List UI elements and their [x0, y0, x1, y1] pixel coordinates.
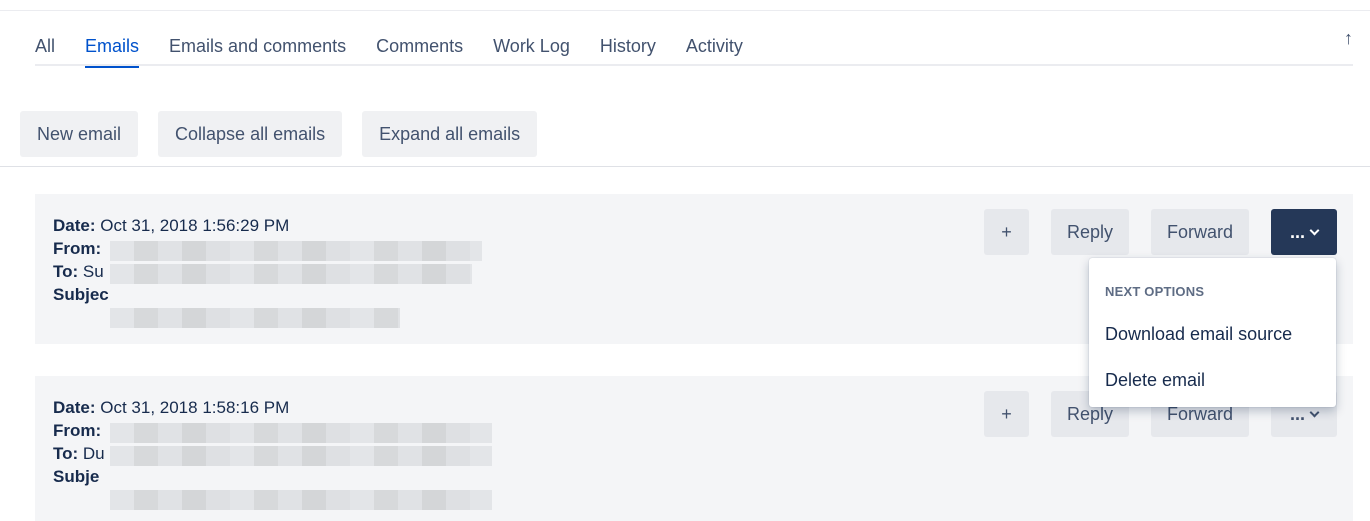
email-subject: Subjec: [53, 283, 289, 306]
forward-button[interactable]: Forward: [1150, 209, 1249, 255]
download-email-source-item[interactable]: Download email source: [1105, 324, 1292, 345]
redacted-subject: [110, 308, 400, 328]
email-date: Date: Oct 31, 2018 1:56:29 PM: [53, 214, 289, 237]
tab-emails[interactable]: Emails: [85, 34, 140, 68]
date-value: Oct 31, 2018 1:56:29 PM: [100, 216, 290, 235]
menu-heading: NEXT OPTIONS: [1105, 284, 1205, 299]
to-label: To:: [53, 444, 79, 463]
email-toolbar: New email Collapse all emails Expand all…: [20, 111, 557, 157]
expand-email-button[interactable]: +: [983, 209, 1029, 255]
to-value: Su: [82, 262, 104, 281]
to-label: To:: [53, 262, 79, 281]
more-options-button[interactable]: ...: [1271, 209, 1337, 255]
email-date: Date: Oct 31, 2018 1:58:16 PM: [53, 396, 289, 419]
tab-all[interactable]: All: [35, 34, 55, 66]
redacted-from: [110, 423, 492, 443]
redacted-subject: [110, 490, 492, 510]
more-options-menu: NEXT OPTIONS Download email source Delet…: [1089, 258, 1336, 407]
toolbar-divider: [0, 166, 1370, 167]
email-actions: + Reply Forward ...: [962, 209, 1337, 255]
tab-activity[interactable]: Activity: [686, 34, 743, 66]
top-divider: [0, 10, 1370, 11]
delete-email-item[interactable]: Delete email: [1105, 370, 1205, 391]
email-subject: Subje: [53, 465, 289, 488]
scroll-to-top-icon[interactable]: ↑: [1344, 28, 1353, 49]
more-label: ...: [1289, 404, 1305, 424]
expand-all-emails-button[interactable]: Expand all emails: [362, 111, 538, 157]
redacted-to: [110, 446, 492, 466]
reply-button[interactable]: Reply: [1050, 209, 1129, 255]
tab-work-log[interactable]: Work Log: [493, 34, 570, 66]
tab-history[interactable]: History: [600, 34, 656, 66]
date-label: Date:: [53, 216, 96, 235]
from-label: From:: [53, 421, 102, 440]
date-value: Oct 31, 2018 1:58:16 PM: [100, 398, 290, 417]
collapse-all-emails-button[interactable]: Collapse all emails: [158, 111, 343, 157]
subject-label: Subje: [53, 467, 100, 486]
date-label: Date:: [53, 398, 96, 417]
from-label: From:: [53, 239, 102, 258]
to-value: Du: [82, 444, 105, 463]
tab-emails-and-comments[interactable]: Emails and comments: [169, 34, 346, 66]
more-label: ...: [1289, 222, 1305, 242]
new-email-button[interactable]: New email: [20, 111, 139, 157]
redacted-from: [110, 241, 482, 261]
expand-email-button[interactable]: +: [983, 391, 1029, 437]
activity-tabs: All Emails Emails and comments Comments …: [35, 34, 1353, 68]
subject-label: Subjec: [53, 285, 109, 304]
chevron-down-icon: [1309, 225, 1320, 236]
redacted-to: [110, 264, 472, 284]
chevron-down-icon: [1309, 407, 1320, 418]
tab-comments[interactable]: Comments: [376, 34, 463, 66]
